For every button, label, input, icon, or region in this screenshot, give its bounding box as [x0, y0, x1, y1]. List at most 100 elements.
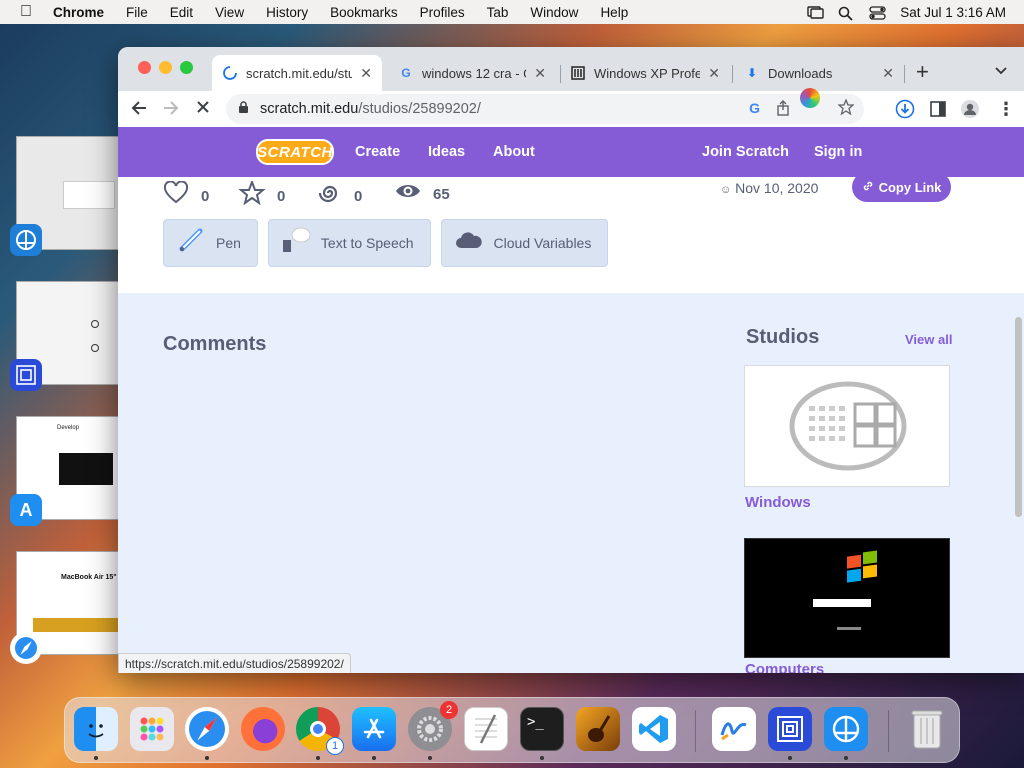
address-bar[interactable]: scratch.mit.edu/studios/25899202/ G — [226, 88, 864, 124]
menu-history[interactable]: History — [266, 5, 308, 20]
screens-dock-icon[interactable] — [768, 707, 812, 751]
cisco-client-dock-icon[interactable] — [824, 707, 868, 751]
running-indicator — [316, 756, 320, 760]
tab-strip: scratch.mit.edu/stu ✕ G windows 12 cra -… — [118, 47, 1024, 91]
new-tab-button[interactable]: + — [916, 59, 929, 85]
menu-app-chrome[interactable]: Chrome — [53, 5, 104, 20]
back-arrow-icon[interactable] — [130, 99, 148, 122]
profile-avatar-icon[interactable] — [960, 99, 980, 124]
downloads-toolbar-icon[interactable] — [895, 99, 915, 124]
chrome-icon[interactable]: 1 — [296, 707, 344, 755]
tab-google-search[interactable]: G windows 12 cra - G ✕ — [388, 55, 556, 91]
nav-join-link[interactable]: Join Scratch — [702, 144, 789, 160]
comments-studios-section: Comments Studios View all Windows Comput… — [118, 293, 1024, 673]
cloud-icon — [454, 230, 484, 256]
tab-title: Windows XP Profe — [594, 65, 701, 81]
system-preferences-icon[interactable]: 2 — [408, 701, 458, 751]
menu-profiles[interactable]: Profiles — [420, 5, 465, 20]
love-stat: 0 — [163, 180, 209, 211]
close-tab-icon[interactable]: ✕ — [360, 65, 372, 82]
menu-file[interactable]: File — [126, 5, 148, 20]
finder-icon[interactable] — [74, 707, 118, 751]
control-center-icon[interactable] — [869, 5, 886, 20]
trash-icon[interactable] — [905, 707, 949, 751]
freeform-icon[interactable] — [712, 707, 756, 751]
view-all-link[interactable]: View all — [905, 332, 952, 347]
zoom-window-button[interactable] — [180, 61, 193, 74]
google-icon: G — [401, 66, 411, 80]
studio-title-windows[interactable]: Windows — [745, 494, 811, 511]
google-lens-icon[interactable]: G — [749, 100, 760, 116]
menu-help[interactable]: Help — [600, 5, 628, 20]
nav-create-link[interactable]: Create — [355, 144, 400, 160]
archive-icon — [570, 65, 586, 81]
bookmark-star-icon[interactable] — [837, 98, 855, 119]
menu-view[interactable]: View — [215, 5, 244, 20]
spotlight-search-icon[interactable] — [838, 6, 855, 21]
menu-window[interactable]: Window — [530, 5, 578, 20]
close-tab-icon[interactable]: ✕ — [534, 65, 546, 82]
terminal-icon[interactable]: >_ — [520, 707, 564, 751]
minimize-window-button[interactable] — [159, 61, 172, 74]
nav-signin-link[interactable]: Sign in — [814, 144, 862, 160]
tab-downloads[interactable]: ⬇ Downloads ✕ — [734, 55, 904, 91]
remix-spiral-icon — [318, 181, 342, 211]
dock: 1 2 >_ — [64, 697, 960, 763]
tab-search-chevron-icon[interactable] — [994, 63, 1008, 81]
scratch-logo[interactable]: SCRATCH — [256, 139, 334, 165]
launchpad-icon[interactable] — [130, 707, 174, 751]
safari-icon[interactable] — [185, 707, 229, 751]
page-content: SCRATCH Create Ideas About Join Scratch … — [118, 127, 1024, 673]
apple-menu-icon[interactable]:  — [10, 3, 42, 21]
menu-tab[interactable]: Tab — [487, 5, 509, 20]
windows-xp-logo-icon — [813, 550, 877, 630]
extension-label: Pen — [216, 235, 241, 251]
stop-loading-icon[interactable] — [195, 99, 211, 120]
menu-edit[interactable]: Edit — [170, 5, 193, 20]
close-tab-icon[interactable]: ✕ — [708, 65, 720, 82]
link-status-bar: https://scratch.mit.edu/studios/25899202… — [118, 653, 351, 673]
extension-text-to-speech: Text to Speech — [267, 219, 431, 267]
tab-scratch[interactable]: scratch.mit.edu/stu ✕ — [212, 55, 382, 91]
app-store-mini-icon[interactable]: A — [10, 494, 42, 526]
studio-thumbnail-computers[interactable] — [744, 538, 950, 658]
vscode-icon[interactable] — [632, 707, 676, 751]
favorite-stat: 0 — [238, 179, 286, 211]
window-controls — [138, 61, 193, 74]
close-tab-icon[interactable]: ✕ — [882, 65, 894, 82]
close-window-button[interactable] — [138, 61, 151, 74]
forward-arrow-icon[interactable] — [162, 99, 180, 122]
safari-mini-icon[interactable] — [10, 632, 42, 664]
screens-app-icon[interactable] — [10, 359, 42, 391]
nav-ideas-link[interactable]: Ideas — [428, 144, 465, 160]
cisco-secure-client-icon[interactable] — [10, 224, 42, 256]
menu-clock[interactable]: Sat Jul 1 3:16 AM — [900, 5, 1006, 20]
extension-color-icon[interactable] — [800, 88, 820, 108]
nav-about-link[interactable]: About — [493, 144, 535, 160]
calendar-icon: ☺ — [720, 184, 732, 196]
heart-icon[interactable] — [163, 180, 189, 211]
share-icon[interactable] — [776, 100, 790, 120]
running-indicator — [205, 756, 209, 760]
studio-title-computers[interactable]: Computers — [745, 661, 824, 673]
favorite-count: 0 — [277, 187, 286, 205]
extension-label: Cloud Variables — [493, 235, 592, 251]
firefox-icon[interactable] — [241, 707, 285, 751]
more-menu-icon[interactable]: ⋮ — [997, 99, 1015, 120]
copy-link-label: Copy Link — [878, 179, 942, 195]
studios-heading: Studios — [746, 326, 820, 348]
tab-windows-xp[interactable]: Windows XP Profe ✕ — [560, 55, 730, 91]
views-count: 65 — [433, 185, 450, 203]
page-scrollbar[interactable] — [1015, 317, 1022, 517]
studio-thumbnail-windows[interactable] — [744, 365, 950, 487]
screen-mirroring-icon[interactable] — [807, 5, 824, 19]
lock-icon[interactable] — [238, 101, 250, 117]
app-store-icon[interactable] — [352, 707, 396, 751]
garageband-icon[interactable] — [576, 707, 620, 751]
copy-link-button[interactable]: Copy Link — [852, 172, 951, 202]
side-panel-icon[interactable] — [930, 101, 946, 122]
textedit-icon[interactable] — [464, 707, 508, 751]
menu-bookmarks[interactable]: Bookmarks — [330, 5, 398, 20]
star-icon[interactable] — [238, 179, 266, 211]
running-indicator — [428, 756, 432, 760]
